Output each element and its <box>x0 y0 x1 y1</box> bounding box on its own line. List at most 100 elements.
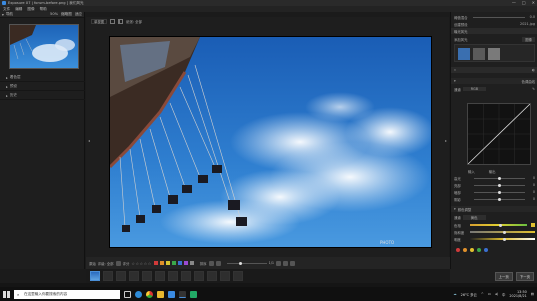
rotate-right-icon[interactable] <box>215 260 221 266</box>
store-icon[interactable] <box>168 290 175 298</box>
color-label-green[interactable] <box>171 261 176 265</box>
compare-mode-icon[interactable] <box>283 260 289 266</box>
rotate-left-icon[interactable] <box>208 260 214 266</box>
color-dot[interactable] <box>484 248 488 252</box>
eyedropper-icon[interactable]: ✎ <box>532 87 535 91</box>
notification-icon[interactable]: ▤ <box>531 292 534 296</box>
slider-knob[interactable] <box>502 230 506 234</box>
slider-knob[interactable] <box>502 237 506 241</box>
film-thumb-selected[interactable] <box>90 271 100 281</box>
slider-knob[interactable] <box>498 223 502 227</box>
explorer-icon[interactable] <box>157 290 164 298</box>
minimize-button[interactable]: — <box>512 0 516 5</box>
color-dot[interactable] <box>456 248 460 252</box>
highlights-row[interactable]: 高光 0 <box>451 175 537 181</box>
zoom-50-button[interactable]: 50% <box>50 12 58 17</box>
right-collapse-icon[interactable]: ▸ <box>445 138 447 143</box>
color-label-yellow[interactable] <box>165 261 170 265</box>
view-mode-icon[interactable] <box>276 260 282 266</box>
original-label[interactable]: 原始 <box>89 261 96 266</box>
tray-expand-icon[interactable]: ^ <box>481 292 484 296</box>
slider-knob[interactable] <box>498 197 502 201</box>
tone-curve-header[interactable]: ▾ 色调曲线 <box>451 78 537 84</box>
film-thumb[interactable] <box>142 271 152 281</box>
film-thumb[interactable] <box>116 271 126 281</box>
shadows-row[interactable]: 阴影 0 <box>451 196 537 202</box>
crop-row[interactable]: ⌗ ◐ <box>451 67 537 73</box>
lightness-slider[interactable] <box>470 237 535 241</box>
create-preset-row[interactable]: 创建预设 2021.jpg <box>451 21 537 27</box>
film-thumb[interactable] <box>103 271 113 281</box>
main-photo[interactable]: PHOTO <box>109 36 432 248</box>
hsl-channel-select[interactable]: 黄色 <box>462 214 486 220</box>
windows-start-icon[interactable] <box>3 290 10 298</box>
slider-knob[interactable] <box>498 176 502 180</box>
paper-filter[interactable]: 纸张: 全部 <box>126 19 142 24</box>
menu-image[interactable]: 图像 <box>27 7 34 12</box>
preset-thumb[interactable] <box>488 48 500 60</box>
preset-select[interactable]: 图像 <box>522 36 535 42</box>
film-thumb[interactable] <box>233 271 243 281</box>
color-dot[interactable] <box>470 248 474 252</box>
grid-icon[interactable] <box>110 19 116 24</box>
score-label[interactable]: 评分 <box>123 261 130 266</box>
chrome-icon[interactable] <box>146 290 153 298</box>
preset-thumb[interactable] <box>473 48 485 60</box>
highlights-slider[interactable] <box>474 176 525 180</box>
color-adjust-header[interactable]: ▾ 颜色调整 <box>451 206 537 212</box>
hue-row[interactable]: 色相 <box>451 222 537 228</box>
film-thumb[interactable] <box>155 271 165 281</box>
color-label-blue[interactable] <box>177 261 182 265</box>
lights-row[interactable]: 亮部 0 <box>451 182 537 188</box>
color-dot[interactable] <box>477 248 481 252</box>
preset-thumb[interactable] <box>458 48 470 60</box>
film-thumb[interactable] <box>207 271 217 281</box>
prev-page-button[interactable]: 上一页 <box>494 271 513 281</box>
thumbnail-button[interactable]: 缩略图 <box>61 12 72 17</box>
hue-slider[interactable] <box>470 223 527 227</box>
tone-curve-graph[interactable] <box>467 103 531 165</box>
darks-row[interactable]: 暗部 0 <box>451 189 537 195</box>
navigator-header[interactable]: ▾ 导航 50% 缩略图 适应 <box>0 12 84 18</box>
shadows-slider[interactable] <box>474 197 525 201</box>
section-color-layers[interactable]: ▸ 着色层 <box>0 74 85 82</box>
lights-slider[interactable] <box>474 183 525 187</box>
film-thumb[interactable] <box>129 271 139 281</box>
star-rating[interactable]: ☆☆☆☆☆ <box>131 261 151 266</box>
menu-help[interactable]: 帮助 <box>40 7 47 12</box>
slider-knob[interactable] <box>498 183 502 187</box>
rating-filter[interactable]: 评级: 全部 <box>98 261 114 266</box>
network-icon[interactable]: ▭ <box>488 292 491 296</box>
menu-file[interactable]: 文件 <box>3 7 10 12</box>
color-dot[interactable] <box>463 248 467 252</box>
film-thumb[interactable] <box>168 271 178 281</box>
hsl-channel-row[interactable]: 通道 黄色 <box>451 214 537 220</box>
fullscreen-icon[interactable] <box>290 260 296 266</box>
slider-knob[interactable] <box>238 261 242 265</box>
section-presets[interactable]: ▸ 预设 <box>0 83 85 91</box>
darks-slider[interactable] <box>474 190 525 194</box>
threshold-slider[interactable] <box>472 16 525 18</box>
taskbar-search[interactable]: ⌕ 在这里输入你要搜索的内容 <box>14 289 120 299</box>
color-label-gray[interactable] <box>189 261 194 265</box>
lightness-row[interactable]: 明度 <box>451 236 537 242</box>
film-thumb[interactable] <box>194 271 204 281</box>
exposure-row[interactable]: 曝光风光 <box>451 28 537 34</box>
maximize-button[interactable]: □ <box>522 0 526 5</box>
sort-label[interactable]: 排序 <box>200 261 207 266</box>
channel-select[interactable]: RGB <box>462 87 487 91</box>
saturation-row[interactable]: 饱和度 <box>451 229 537 235</box>
swatch-row[interactable] <box>456 248 488 252</box>
next-page-button[interactable]: 下一页 <box>515 271 534 281</box>
section-history[interactable]: ▸ 历史 <box>0 92 85 100</box>
zoom-slider[interactable] <box>226 261 267 265</box>
film-thumb[interactable] <box>181 271 191 281</box>
slider-knob[interactable] <box>498 190 502 194</box>
app-icon[interactable] <box>190 290 197 298</box>
edge-icon[interactable] <box>135 290 142 298</box>
preset-thumbnails[interactable] <box>454 44 535 62</box>
compare-icon[interactable] <box>118 19 124 24</box>
close-button[interactable]: ✕ <box>532 0 535 5</box>
film-thumb[interactable] <box>220 271 230 281</box>
flag-icon[interactable] <box>115 260 121 266</box>
